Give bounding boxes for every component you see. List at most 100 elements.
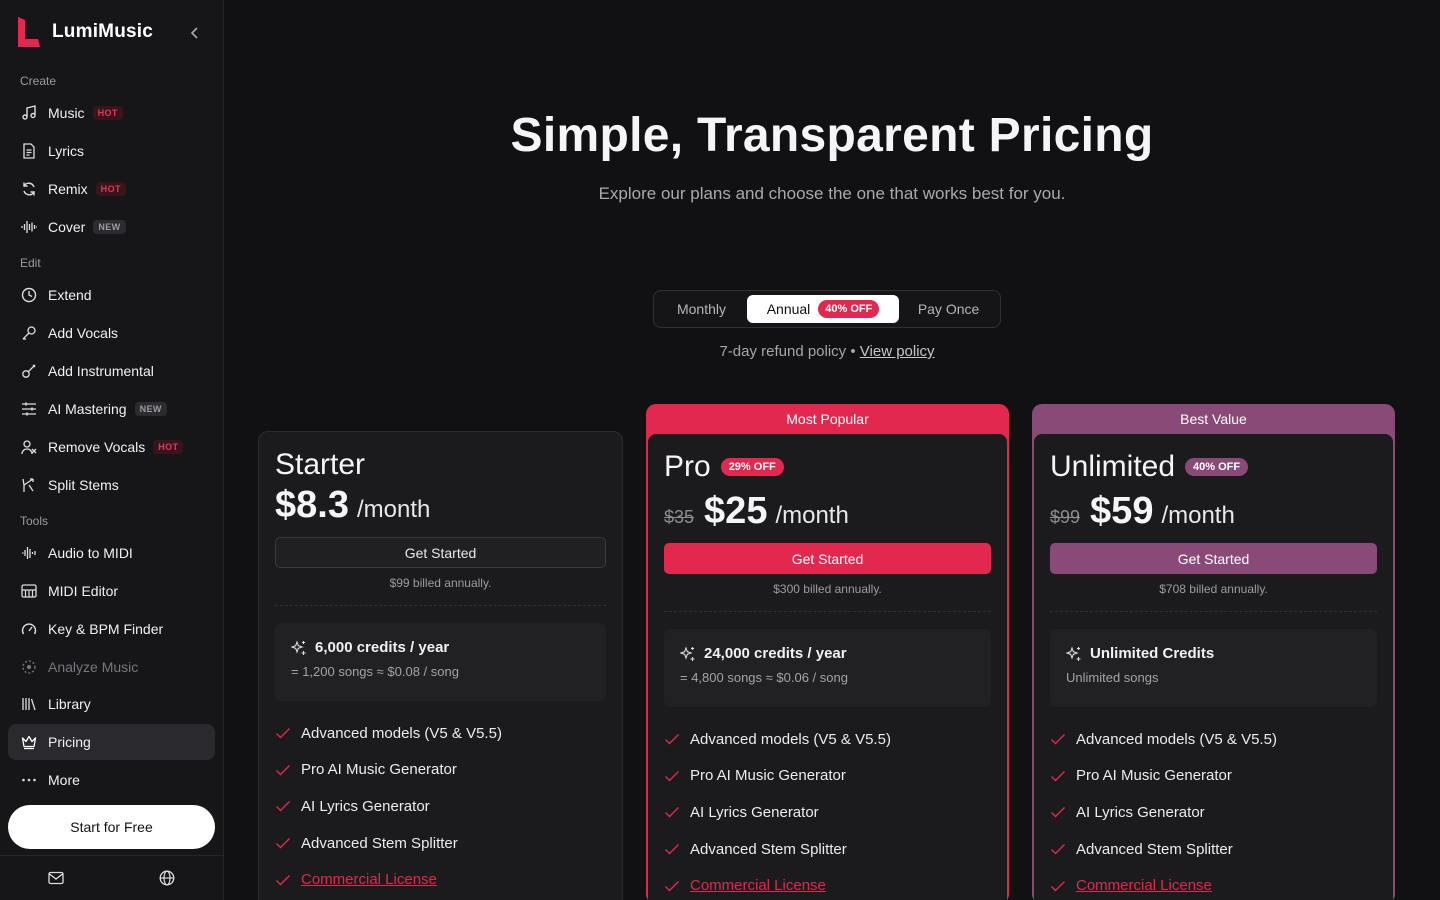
credits-box: 6,000 credits / year = 1,200 songs ≈ $0.… — [275, 623, 606, 701]
discount-badge: 40% OFF — [1185, 458, 1249, 476]
sidebar-footer — [0, 855, 223, 900]
piano-icon — [20, 582, 38, 600]
credits-box: Unlimited Credits Unlimited songs — [1050, 629, 1377, 707]
list-item: Pro AI Music Generator — [1050, 758, 1377, 795]
check-icon — [665, 880, 679, 892]
feature-label: AI Lyrics Generator — [301, 797, 430, 815]
sidebar-item-label: Key & BPM Finder — [48, 621, 164, 637]
new-badge: NEW — [134, 402, 167, 416]
most-popular-ribbon: Most Popular — [786, 410, 869, 427]
collapse-sidebar-button[interactable] — [184, 22, 206, 44]
refresh-icon — [20, 180, 38, 198]
sidebar-item-label: Remove Vocals — [48, 439, 146, 455]
sidebar-item-library[interactable]: Library — [8, 686, 215, 722]
list-item: Advanced Stem Splitter — [275, 825, 606, 862]
section-label-tools: Tools — [20, 514, 49, 528]
feature-list: Advanced models (V5 & V5.5) Pro AI Music… — [1050, 721, 1377, 900]
credits-amount: 24,000 credits / year — [704, 645, 847, 662]
sidebar-item-add-instrumental[interactable]: Add Instrumental — [8, 353, 215, 389]
brand[interactable]: LumiMusic — [16, 16, 153, 48]
commercial-license-link[interactable]: Commercial License — [690, 877, 826, 894]
more-icon — [20, 771, 38, 789]
plan-price: $25 — [704, 490, 768, 532]
sidebar-item-audio-to-midi[interactable]: Audio to MIDI — [8, 535, 215, 571]
sidebar-item-label: Extend — [48, 287, 92, 303]
list-item: Pro AI Music Generator — [664, 758, 991, 795]
language-button[interactable] — [112, 856, 224, 900]
guitar-icon — [20, 362, 38, 380]
sidebar-item-midi-editor[interactable]: MIDI Editor — [8, 573, 215, 609]
sidebar-item-remove-vocals[interactable]: Remove Vocals HOT — [8, 429, 215, 465]
feature-label: Advanced Stem Splitter — [301, 834, 458, 852]
tab-pay-once[interactable]: Pay Once — [901, 295, 996, 323]
section-label-create: Create — [20, 74, 57, 88]
plan-card-unlimited: Best Value Unlimited 40% OFF $99 $59 /mo… — [1032, 404, 1395, 900]
sidebar: LumiMusic Create Music HOT Lyrics Remix … — [0, 0, 224, 900]
feature-label: Pro AI Music Generator — [690, 767, 846, 785]
commercial-license-link[interactable]: Commercial License — [1076, 877, 1212, 894]
tab-monthly[interactable]: Monthly — [658, 295, 745, 323]
sidebar-item-split-stems[interactable]: Split Stems — [8, 467, 215, 503]
list-item: Advanced Stem Splitter — [1050, 831, 1377, 868]
start-for-free-button[interactable]: Start for Free — [8, 805, 215, 849]
get-started-button[interactable]: Get Started — [275, 537, 606, 568]
divider — [275, 605, 606, 606]
sidebar-item-analyze-music[interactable]: Analyze Music — [8, 649, 215, 685]
best-value-ribbon: Best Value — [1180, 410, 1247, 427]
credits-detail: = 4,800 songs ≈ $0.06 / song — [680, 670, 848, 685]
get-started-button[interactable]: Get Started — [1050, 543, 1377, 574]
sidebar-item-label: Audio to MIDI — [48, 545, 133, 561]
sidebar-item-ai-mastering[interactable]: AI Mastering NEW — [8, 391, 215, 427]
sidebar-item-label: Split Stems — [48, 477, 119, 493]
sidebar-item-add-vocals[interactable]: Add Vocals — [8, 315, 215, 351]
sidebar-item-label: More — [48, 772, 80, 788]
feature-label: Advanced Stem Splitter — [1076, 840, 1233, 858]
sidebar-item-pricing[interactable]: Pricing — [8, 724, 215, 760]
logo-icon — [18, 17, 40, 47]
mail-button[interactable] — [0, 856, 112, 900]
user-remove-icon — [20, 438, 38, 456]
credits-detail: Unlimited songs — [1066, 670, 1159, 685]
sidebar-item-more[interactable]: More — [8, 762, 215, 798]
sidebar-item-remix[interactable]: Remix HOT — [8, 171, 215, 207]
sidebar-item-lyrics[interactable]: Lyrics — [8, 133, 215, 169]
list-item: AI Lyrics Generator — [664, 794, 991, 831]
new-badge: NEW — [93, 220, 126, 234]
feature-label: Advanced Stem Splitter — [690, 840, 847, 858]
get-started-button[interactable]: Get Started — [664, 543, 991, 574]
credits-amount: Unlimited Credits — [1090, 645, 1215, 662]
analyze-icon — [20, 658, 38, 676]
list-item: AI Lyrics Generator — [1050, 794, 1377, 831]
split-icon — [20, 476, 38, 494]
discount-badge: 29% OFF — [720, 458, 784, 476]
sidebar-item-label: Add Vocals — [48, 325, 119, 341]
view-policy-link[interactable]: View policy — [860, 343, 935, 360]
sidebar-item-extend[interactable]: Extend — [8, 277, 215, 313]
check-icon — [276, 838, 290, 849]
sparkle-icon — [291, 639, 306, 655]
sidebar-item-music[interactable]: Music HOT — [8, 95, 215, 131]
hot-badge: HOT — [92, 106, 123, 120]
section-label-edit: Edit — [20, 256, 41, 270]
waveform-icon — [20, 218, 38, 236]
feature-label: Advanced models (V5 & V5.5) — [301, 724, 502, 742]
plan-name: Starter — [275, 448, 366, 481]
sidebar-item-label: Music — [48, 105, 85, 121]
list-item: Advanced Stem Splitter — [664, 831, 991, 868]
check-icon — [276, 801, 290, 812]
sidebar-item-label: Lyrics — [48, 143, 85, 159]
tab-annual[interactable]: Annual 40% OFF — [746, 295, 900, 323]
sidebar-item-key-bpm-finder[interactable]: Key & BPM Finder — [8, 611, 215, 647]
music-note-icon — [20, 104, 38, 122]
list-item: Commercial License — [275, 861, 606, 898]
sidebar-item-cover[interactable]: Cover NEW — [8, 209, 215, 245]
page-title: Simple, Transparent Pricing — [510, 109, 1154, 162]
price-period: /month — [1161, 502, 1235, 529]
commercial-license-link[interactable]: Commercial License — [301, 871, 437, 888]
list-item: Pro AI Music Generator — [275, 752, 606, 789]
sidebar-item-label: Remix — [48, 181, 88, 197]
feature-list: Advanced models (V5 & V5.5) Pro AI Music… — [664, 721, 991, 900]
check-icon — [665, 844, 679, 855]
sidebar-item-label: Cover — [48, 219, 86, 235]
price-period: /month — [356, 496, 431, 523]
